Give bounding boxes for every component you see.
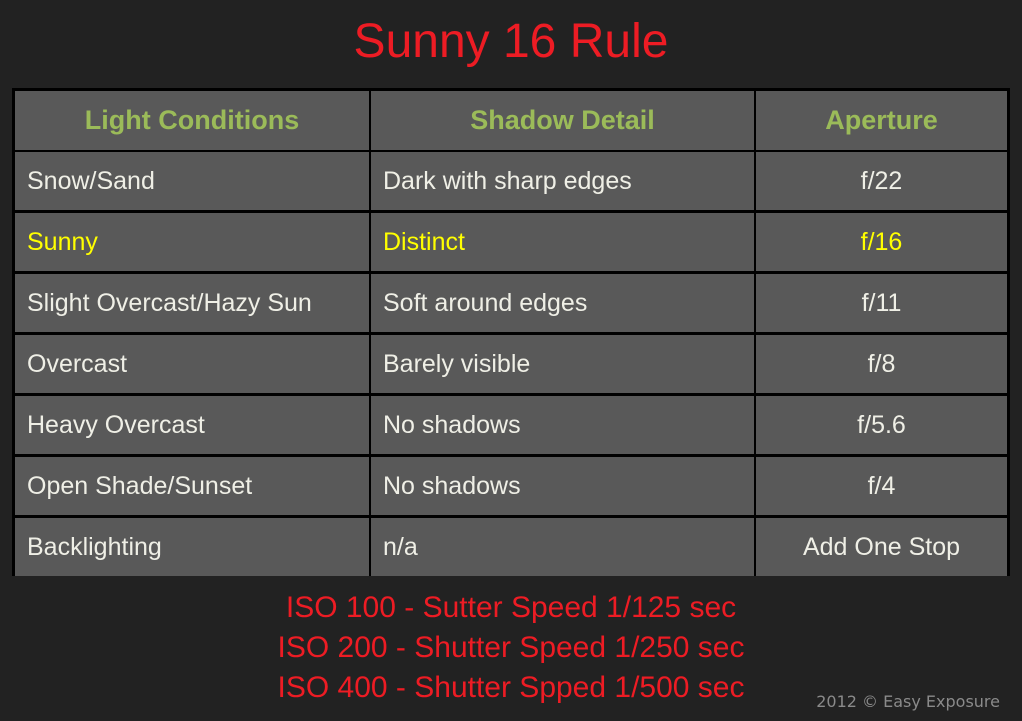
condition-cell: Backlighting bbox=[15, 518, 369, 576]
table-row: Snow/Sand Dark with sharp edges f/22 bbox=[12, 152, 1010, 210]
shadow-detail-cell: No shadows bbox=[371, 396, 754, 454]
table-row: Open Shade/Sunset No shadows f/4 bbox=[12, 457, 1010, 515]
shadow-detail-cell: Distinct bbox=[371, 213, 754, 271]
aperture-cell: f/11 bbox=[756, 274, 1007, 332]
aperture-cell: Add One Stop bbox=[756, 518, 1007, 576]
aperture-cell: f/22 bbox=[756, 152, 1007, 210]
aperture-cell: f/5.6 bbox=[756, 396, 1007, 454]
shadow-detail-cell: Soft around edges bbox=[371, 274, 754, 332]
header-aperture: Aperture bbox=[756, 91, 1007, 150]
condition-cell: Overcast bbox=[15, 335, 369, 393]
table-header-row: Light Conditions Shadow Detail Aperture bbox=[12, 91, 1010, 150]
iso-note: ISO 100 - Sutter Speed 1/125 sec bbox=[285, 591, 737, 624]
table-row: Overcast Barely visible f/8 bbox=[12, 335, 1010, 393]
table-row: Slight Overcast/Hazy Sun Soft around edge… bbox=[12, 274, 1010, 332]
iso-note: ISO 200 - Shutter Speed 1/250 sec bbox=[277, 631, 745, 664]
condition-cell: Slight Overcast/Hazy Sun bbox=[15, 274, 369, 332]
condition-cell: Sunny bbox=[15, 213, 369, 271]
aperture-cell: f/8 bbox=[756, 335, 1007, 393]
shadow-detail-cell: No shadows bbox=[371, 457, 754, 515]
sunny-16-table: Light Conditions Shadow Detail Aperture … bbox=[12, 88, 1010, 576]
condition-cell: Heavy Overcast bbox=[15, 396, 369, 454]
shadow-detail-cell: n/a bbox=[371, 518, 754, 576]
page-title: Sunny 16 Rule bbox=[353, 15, 669, 68]
shadow-detail-cell: Dark with sharp edges bbox=[371, 152, 754, 210]
shadow-detail-cell: Barely visible bbox=[371, 335, 754, 393]
iso-notes: ISO 100 - Sutter Speed 1/125 sec ISO 200… bbox=[0, 588, 1022, 708]
condition-cell: Open Shade/Sunset bbox=[15, 457, 369, 515]
table-row: Sunny Distinct f/16 bbox=[12, 213, 1010, 271]
table-row: Heavy Overcast No shadows f/5.6 bbox=[12, 396, 1010, 454]
aperture-cell: f/4 bbox=[756, 457, 1007, 515]
table-row: Backlighting n/a Add One Stop bbox=[12, 518, 1010, 576]
condition-cell: Snow/Sand bbox=[15, 152, 369, 210]
aperture-cell: f/16 bbox=[756, 213, 1007, 271]
header-light-conditions: Light Conditions bbox=[15, 91, 369, 150]
header-shadow-detail: Shadow Detail bbox=[371, 91, 754, 150]
copyright-text: 2012 © Easy Exposure bbox=[816, 692, 1000, 711]
